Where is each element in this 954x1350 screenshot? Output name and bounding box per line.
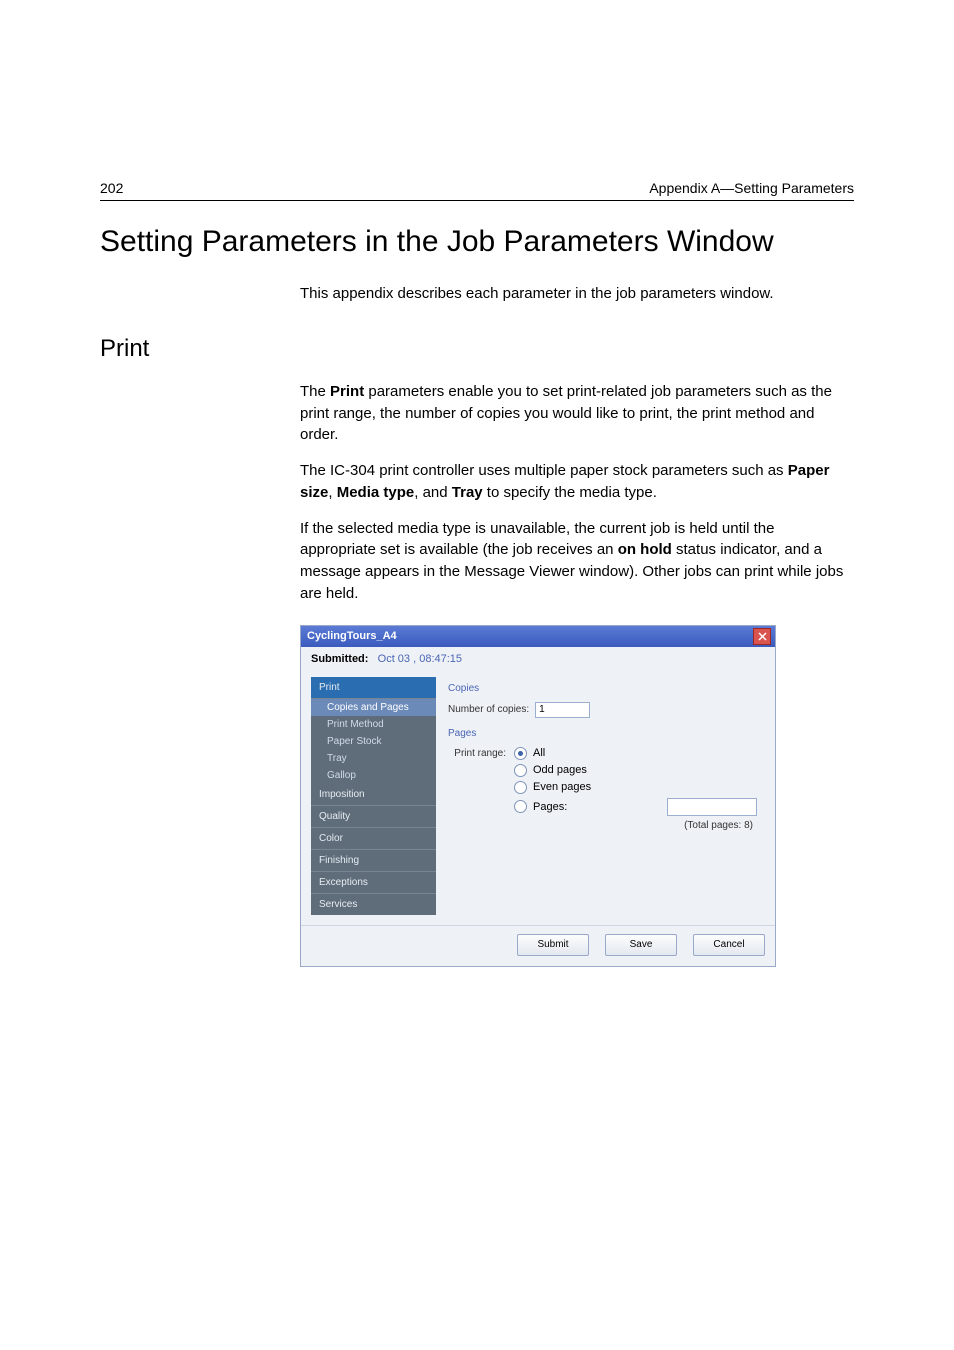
sidebar-item-tray[interactable]: Tray [311,750,436,767]
radio-all-label: All [533,747,545,759]
save-button[interactable]: Save [605,934,677,956]
close-icon[interactable] [753,628,771,645]
sidebar-tab-print[interactable]: Print [311,677,436,699]
section-heading-print: Print [100,335,854,363]
job-parameters-dialog: CyclingTours_A4 Submitted: Oct 03 , 08:4… [300,625,776,967]
sidebar-tab-imposition[interactable]: Imposition [311,784,436,806]
pane-heading-copies: Copies [448,683,757,694]
radio-pages[interactable] [514,800,527,813]
sidebar-tab-exceptions[interactable]: Exceptions [311,872,436,894]
pane-heading-pages: Pages [448,728,757,739]
num-copies-input[interactable] [535,702,590,718]
total-pages-label: (Total pages: 8) [514,820,757,831]
radio-all[interactable] [514,747,527,760]
sidebar-item-gallop[interactable]: Gallop [311,767,436,784]
dialog-sidebar: Print Copies and Pages Print Method Pape… [311,677,436,915]
dialog-titlebar[interactable]: CyclingTours_A4 [301,626,775,647]
dialog-title: CyclingTours_A4 [307,630,397,642]
sidebar-item-paper-stock[interactable]: Paper Stock [311,733,436,750]
dialog-content-pane: Copies Number of copies: Pages Print ran… [444,677,765,915]
radio-odd[interactable] [514,764,527,777]
radio-odd-label: Odd pages [533,764,587,776]
pages-input[interactable] [667,798,757,816]
submitted-label: Submitted: [311,653,368,665]
submitted-value: Oct 03 , 08:47:15 [378,653,462,665]
sidebar-tab-finishing[interactable]: Finishing [311,850,436,872]
cancel-button[interactable]: Cancel [693,934,765,956]
main-heading: Setting Parameters in the Job Parameters… [100,225,854,259]
header-section-label: Appendix A—Setting Parameters [649,180,854,196]
submit-button[interactable]: Submit [517,934,589,956]
radio-even-label: Even pages [533,781,591,793]
sidebar-tab-quality[interactable]: Quality [311,806,436,828]
dialog-button-bar: Submit Save Cancel [301,925,775,966]
para-print-2: The IC-304 print controller uses multipl… [300,460,854,504]
intro-paragraph: This appendix describes each parameter i… [300,283,854,305]
submitted-row: Submitted: Oct 03 , 08:47:15 [301,647,775,677]
radio-pages-label: Pages: [533,801,567,813]
para-print-3: If the selected media type is unavailabl… [300,518,854,605]
sidebar-item-print-method[interactable]: Print Method [311,716,436,733]
page-header: 202 Appendix A—Setting Parameters [100,180,854,201]
para-print-1: The Print parameters enable you to set p… [300,381,854,446]
sidebar-tab-color[interactable]: Color [311,828,436,850]
radio-even[interactable] [514,781,527,794]
page-number: 202 [100,180,123,196]
sidebar-tab-services[interactable]: Services [311,894,436,915]
print-range-label: Print range: [448,747,506,759]
sidebar-item-copies-and-pages[interactable]: Copies and Pages [311,699,436,716]
num-copies-label: Number of copies: [448,704,529,715]
